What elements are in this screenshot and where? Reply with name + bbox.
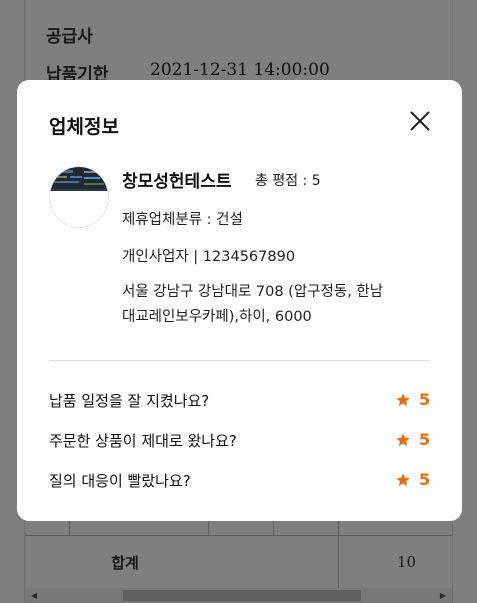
star-icon <box>395 432 411 448</box>
close-icon[interactable] <box>407 108 433 134</box>
review-score-value: 5 <box>419 470 431 489</box>
review-score-value: 5 <box>419 430 431 449</box>
review-score: 5 <box>395 430 430 449</box>
divider <box>49 360 429 361</box>
company-business-info: 개인사업자 | 1234567890 <box>122 249 296 265</box>
star-icon <box>395 392 411 408</box>
rating-total: 총 평점 : 5 <box>255 173 321 189</box>
review-score: 5 <box>395 390 430 409</box>
company-category: 제휴업체분류 : 건설 <box>122 212 243 228</box>
review-question: 질의 대응이 빨랐나요? <box>49 472 191 490</box>
review-question: 납품 일정을 잘 지켰나요? <box>49 392 210 410</box>
company-info-modal: 업체정보 창모성헌테스트 총 평점 : 5 제휴업체분류 : 건설 개인사업자 … <box>17 80 462 521</box>
review-score-value: 5 <box>419 390 431 409</box>
company-logo <box>49 166 109 228</box>
star-icon <box>395 472 411 488</box>
company-logo-image <box>50 167 108 191</box>
company-address-line1: 서울 강남구 강남대로 708 (압구정동, 한남 <box>122 284 384 300</box>
company-name: 창모성헌테스트 <box>122 172 232 192</box>
close-button[interactable] <box>407 108 433 134</box>
company-address-line2: 대교레인보우카페),하이, 6000 <box>122 309 312 325</box>
review-score: 5 <box>395 470 430 489</box>
modal-title: 업체정보 <box>49 116 119 138</box>
review-question: 주문한 상품이 제대로 왔나요? <box>49 432 237 450</box>
